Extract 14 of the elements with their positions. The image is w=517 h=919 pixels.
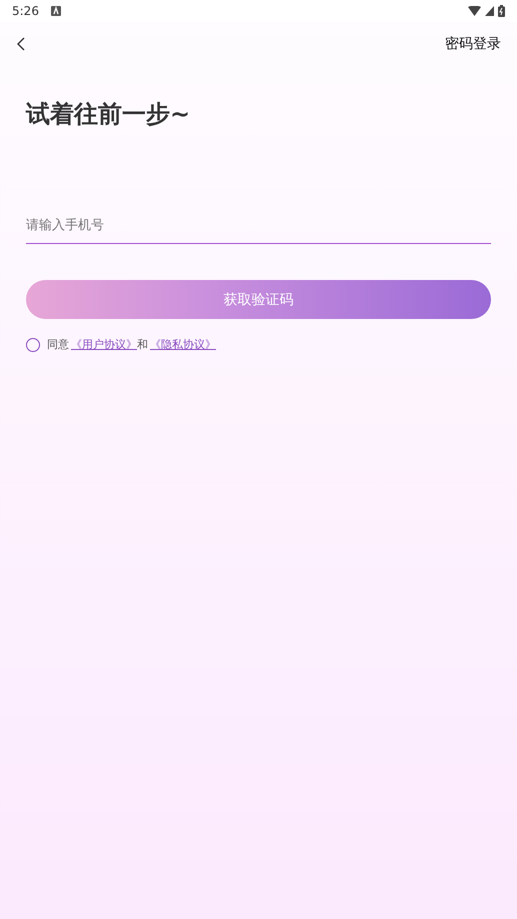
phone-input-field[interactable]: 请输入手机号 [26,212,491,244]
agreement-text: 和 [137,337,148,352]
status-time: 5:26 [12,4,39,18]
agreement-text: 同意 [47,337,69,352]
back-icon[interactable] [16,36,26,52]
page-title: 试着往前一步~ [26,99,192,130]
signal-icon [485,6,494,16]
wifi-icon [468,6,481,16]
password-login-link[interactable]: 密码登录 [445,35,501,53]
battery-icon [498,5,505,17]
agreement-link[interactable]: 《隐私协议》 [148,337,216,352]
agree-checkbox[interactable] [26,338,40,352]
agreement-link[interactable]: 《用户协议》 [69,337,137,352]
notification-icon [50,6,61,16]
